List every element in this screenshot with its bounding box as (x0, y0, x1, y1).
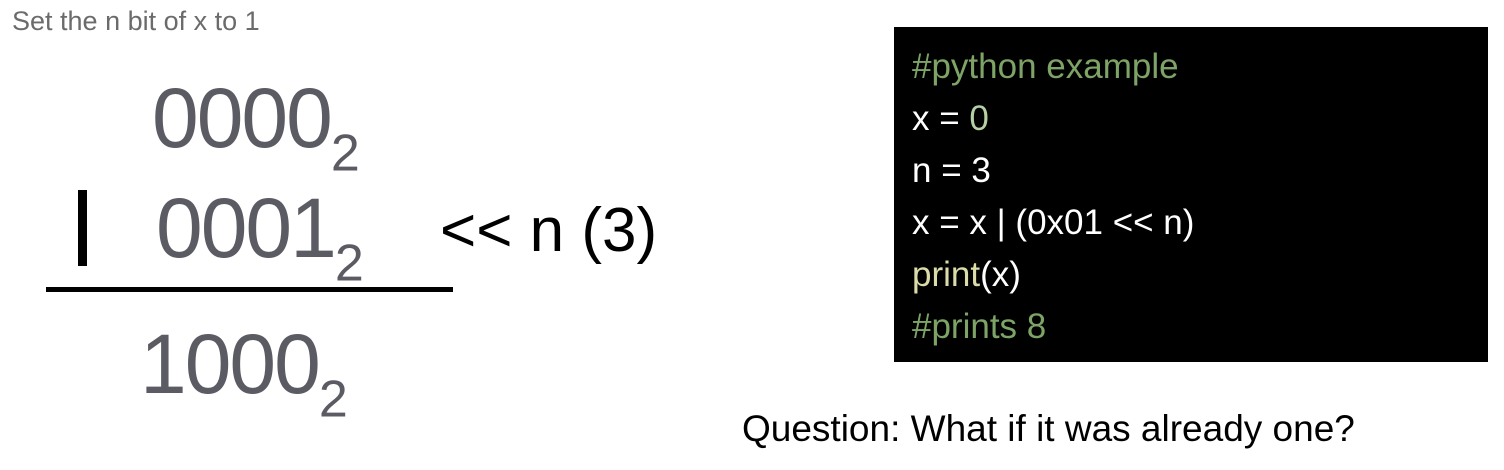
operand-one: 00002 (152, 76, 360, 179)
code-line-5: print(x) (912, 249, 1470, 301)
code-function-name: print (912, 255, 981, 294)
operand-two-bits: 0001 (156, 181, 337, 275)
shift-label: << n (3) (440, 196, 658, 265)
sum-divider-line (46, 287, 453, 292)
or-operator-symbol (78, 190, 87, 266)
code-line-2: x = 0 (912, 93, 1470, 145)
question-text: Question: What if it was already one? (742, 408, 1355, 449)
code-text: (x) (980, 255, 1021, 294)
result-base: 2 (318, 370, 348, 429)
code-text: x = x | (0x01 << n) (912, 203, 1195, 242)
slide-subtitle: Set the n bit of x to 1 (12, 6, 260, 36)
operand-two: 00012 (156, 186, 364, 289)
code-number-literal: 0 (969, 99, 989, 138)
code-line-6: #prints 8 (912, 301, 1470, 353)
result-value: 10002 (140, 322, 348, 425)
code-line-4: x = x | (0x01 << n) (912, 197, 1470, 249)
code-comment: #python example (912, 47, 1179, 86)
code-text: x = (912, 99, 970, 138)
code-line-1: #python example (912, 41, 1470, 93)
code-block: #python example x = 0 n = 3 x = x | (0x0… (894, 27, 1488, 362)
code-line-3: n = 3 (912, 145, 1470, 197)
code-comment: #prints 8 (912, 307, 1047, 346)
operand-two-base: 2 (334, 234, 364, 293)
code-text: n = 3 (912, 151, 991, 190)
operand-one-base: 2 (330, 124, 360, 183)
operand-one-bits: 0000 (152, 71, 333, 165)
result-bits: 1000 (140, 317, 321, 411)
